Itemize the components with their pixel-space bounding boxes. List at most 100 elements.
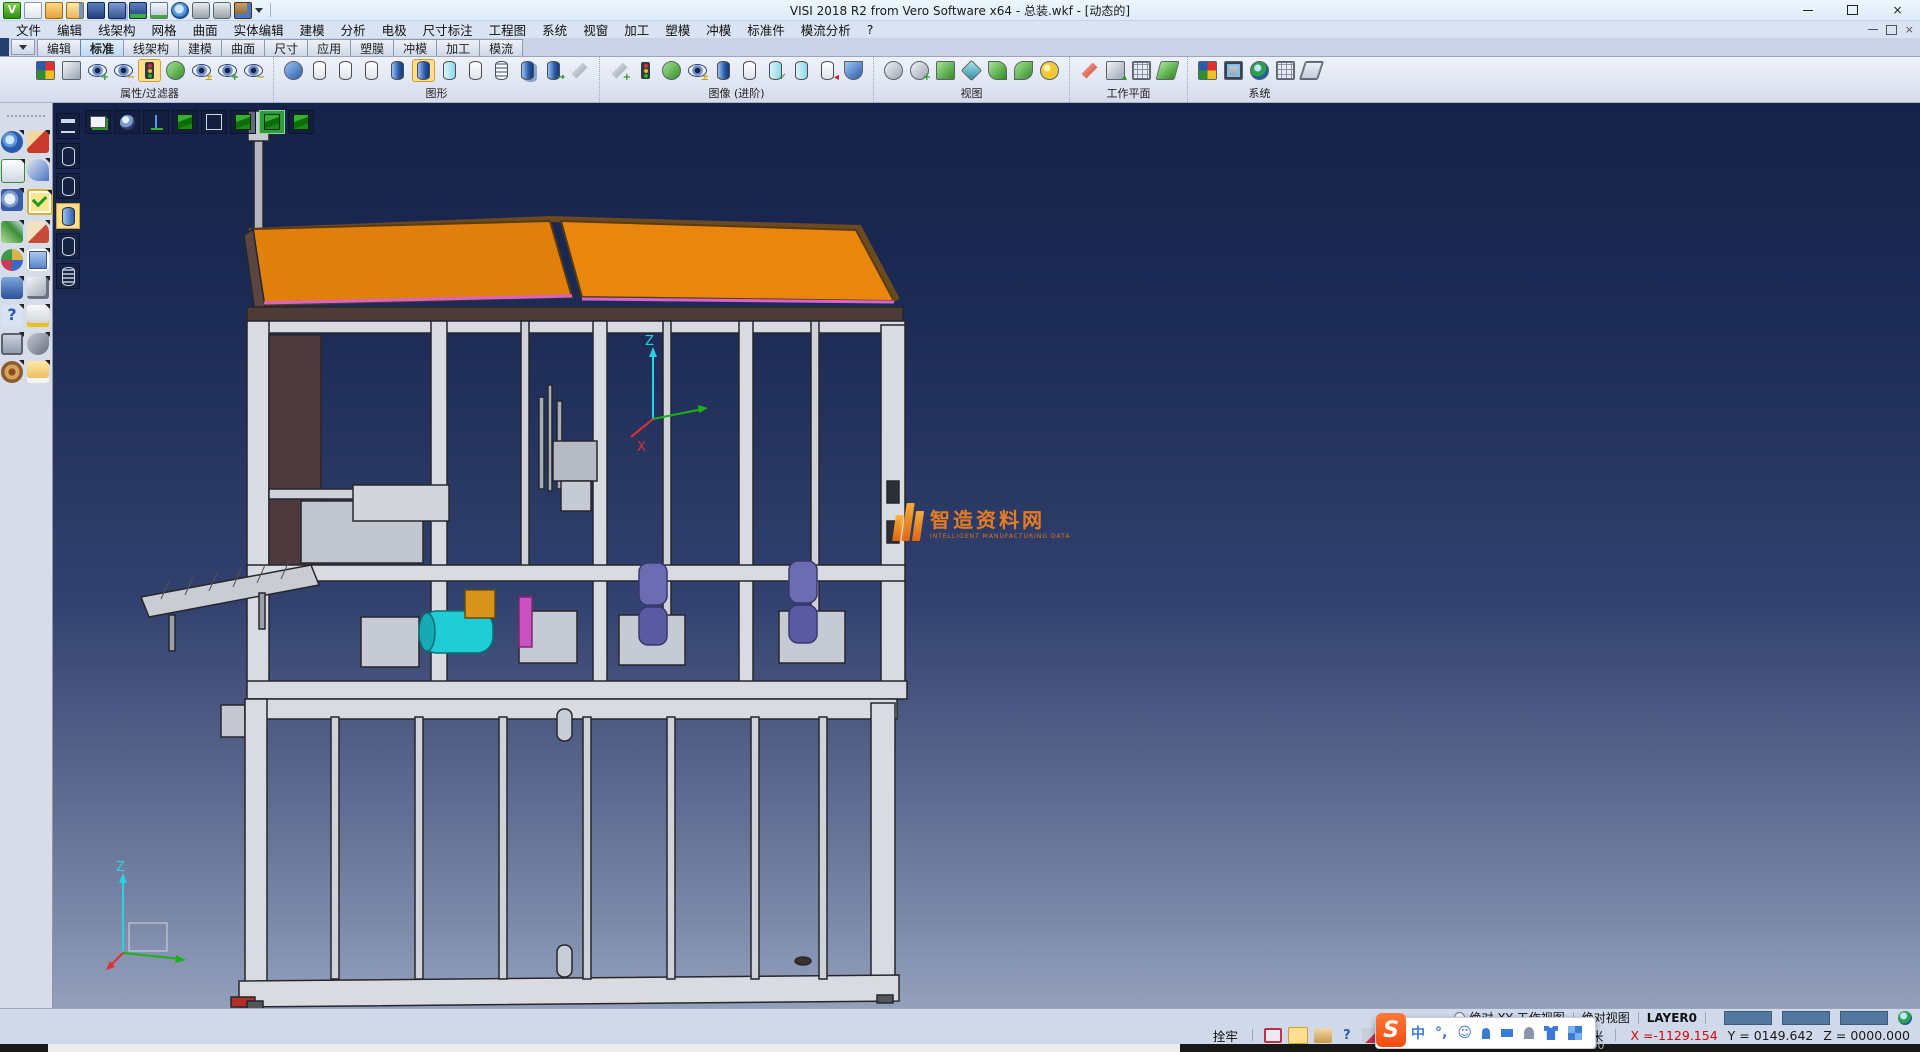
shaded-mode-icon[interactable] xyxy=(56,203,80,229)
menu-drawing[interactable]: 工程图 xyxy=(481,20,535,39)
menu-die[interactable]: 冲模 xyxy=(698,20,739,39)
shield-display-icon[interactable] xyxy=(842,59,865,82)
tab-flow[interactable]: 模流 xyxy=(479,39,523,56)
solid-white-cylinder-icon[interactable] xyxy=(738,59,761,82)
selection-filter-icon[interactable] xyxy=(138,59,161,82)
tab-modeling[interactable]: 建模 xyxy=(178,39,222,56)
shaded-edges-display-icon[interactable] xyxy=(412,59,435,82)
ime-punctuation-button[interactable]: °, xyxy=(1435,1025,1447,1041)
color-properties-icon[interactable] xyxy=(34,59,57,82)
solid-shaded-cylinder-icon[interactable] xyxy=(712,59,735,82)
workplane-grid-icon[interactable] xyxy=(1130,59,1153,82)
attach-solid-icon[interactable]: ◂ xyxy=(816,59,839,82)
layer-palette-icon[interactable] xyxy=(1,249,23,271)
multi-body-display-icon[interactable] xyxy=(516,59,539,82)
help-question-icon[interactable]: ? xyxy=(1,305,23,327)
selection-frame-icon[interactable] xyxy=(1,159,25,183)
menu-wireframe[interactable]: 线架构 xyxy=(90,20,144,39)
delete-sketch-icon[interactable] xyxy=(27,131,49,153)
tab-surface[interactable]: 曲面 xyxy=(221,39,265,56)
snap-grid-icon[interactable] xyxy=(1274,59,1297,82)
menu-edit[interactable]: 编辑 xyxy=(49,20,90,39)
ime-keyboard-icon[interactable] xyxy=(1500,1028,1514,1038)
dynamic-view-icon[interactable] xyxy=(1012,59,1035,82)
hide-entities-icon[interactable]: − xyxy=(112,59,135,82)
mdi-restore-icon[interactable] xyxy=(1886,25,1897,35)
ime-skin-icon[interactable] xyxy=(1544,1026,1558,1040)
menu-window[interactable]: 视窗 xyxy=(575,20,616,39)
workplane-set-icon[interactable] xyxy=(1078,59,1101,82)
ime-logo-icon[interactable]: S xyxy=(1376,1013,1406,1047)
menu-electrode[interactable]: 电极 xyxy=(374,20,415,39)
ime-microphone-icon[interactable] xyxy=(1482,1028,1490,1039)
menu-dimension[interactable]: 尺寸标注 xyxy=(415,20,481,39)
new-document-icon[interactable] xyxy=(24,2,42,19)
hidden-line-mode-icon[interactable] xyxy=(56,173,80,199)
view-zoom-icon[interactable] xyxy=(1,131,23,153)
hidden-line-display-icon[interactable] xyxy=(334,59,357,82)
smiley-icon[interactable] xyxy=(1038,59,1061,82)
ime-toolbox-icon[interactable] xyxy=(1568,1026,1582,1040)
menu-flow-analysis[interactable]: 模流分析 xyxy=(793,20,859,39)
close-button[interactable]: × xyxy=(1875,1,1920,20)
tab-die[interactable]: 冲模 xyxy=(393,39,437,56)
render-mode-icon[interactable] xyxy=(114,110,140,134)
help-status-icon[interactable]: ? xyxy=(1338,1028,1356,1043)
wireframe-display-icon[interactable] xyxy=(308,59,331,82)
advanced-refresh-icon[interactable] xyxy=(660,59,683,82)
view-top-icon[interactable] xyxy=(172,110,198,134)
stamp-status-icon[interactable] xyxy=(1314,1028,1332,1043)
verify-solid-icon[interactable]: ✓ xyxy=(764,59,787,82)
view-wireframe-cube-icon[interactable] xyxy=(201,110,227,134)
spline-pen-icon[interactable] xyxy=(27,159,49,181)
online-globe-icon[interactable] xyxy=(1898,1011,1912,1025)
paste-folder-icon[interactable] xyxy=(27,361,49,383)
zoom-window-icon[interactable]: + xyxy=(908,59,931,82)
tab-dropdown-button[interactable] xyxy=(11,39,35,55)
export-image-icon[interactable]: → xyxy=(542,59,565,82)
navigation-wheel-icon[interactable] xyxy=(1,361,23,383)
menu-mould[interactable]: 塑模 xyxy=(657,20,698,39)
ime-emoji-button[interactable]: ☺ xyxy=(1457,1025,1472,1041)
menu-machining[interactable]: 加工 xyxy=(616,20,657,39)
tab-mould[interactable]: 塑膜 xyxy=(350,39,394,56)
menu-standard-parts[interactable]: 标准件 xyxy=(739,20,793,39)
print-preview-icon[interactable] xyxy=(171,2,189,19)
view-isometric-active-icon[interactable] xyxy=(259,110,285,134)
tab-dimension[interactable]: 尺寸 xyxy=(264,39,308,56)
display-settings-icon[interactable] xyxy=(568,59,591,82)
menu-modeling[interactable]: 建模 xyxy=(292,20,333,39)
menu-analysis[interactable]: 分析 xyxy=(333,20,374,39)
advanced-toggle-visibility-icon[interactable]: ± xyxy=(686,59,709,82)
menu-system[interactable]: 系统 xyxy=(534,20,575,39)
transparent-display-icon[interactable] xyxy=(438,59,461,82)
view-isometric-left-icon[interactable] xyxy=(230,110,256,134)
workplane-toggle-icon[interactable] xyxy=(85,110,111,134)
view-isometric-right-icon[interactable] xyxy=(288,110,314,134)
mdi-minimize-icon[interactable] xyxy=(1868,29,1878,30)
ime-account-icon[interactable] xyxy=(1524,1027,1534,1039)
wireframe-mode-icon[interactable] xyxy=(56,143,80,169)
confirm-check-icon[interactable] xyxy=(27,189,53,215)
refresh-visibility-icon[interactable] xyxy=(164,59,187,82)
zoom-all-icon[interactable] xyxy=(882,59,905,82)
view-plane-icon[interactable] xyxy=(934,59,957,82)
measure-distance-icon[interactable] xyxy=(27,305,49,327)
toggle-visibility-icon[interactable]: ± xyxy=(190,59,213,82)
magic-wand-status-icon[interactable] xyxy=(1288,1027,1308,1044)
minimize-button[interactable] xyxy=(1785,1,1830,20)
color-palette-grid-icon[interactable] xyxy=(1196,59,1219,82)
toolbar-menu-icon[interactable] xyxy=(56,113,80,139)
toolbar-grip[interactable] xyxy=(7,115,45,123)
lock-toggle[interactable]: 拴牢 xyxy=(1207,1026,1244,1045)
save-merge-icon[interactable] xyxy=(129,2,147,19)
move-axes-icon[interactable] xyxy=(1,221,23,243)
save-icon[interactable] xyxy=(87,2,105,19)
workplane-align-icon[interactable]: ▴ xyxy=(1104,59,1127,82)
shaded-display-icon[interactable] xyxy=(386,59,409,82)
redo-icon[interactable] xyxy=(213,2,231,19)
hatched-display-icon[interactable] xyxy=(490,59,513,82)
quick-access-more-icon[interactable] xyxy=(255,8,263,13)
menu-help[interactable]: ? xyxy=(859,22,882,37)
history-icon[interactable] xyxy=(234,2,252,19)
